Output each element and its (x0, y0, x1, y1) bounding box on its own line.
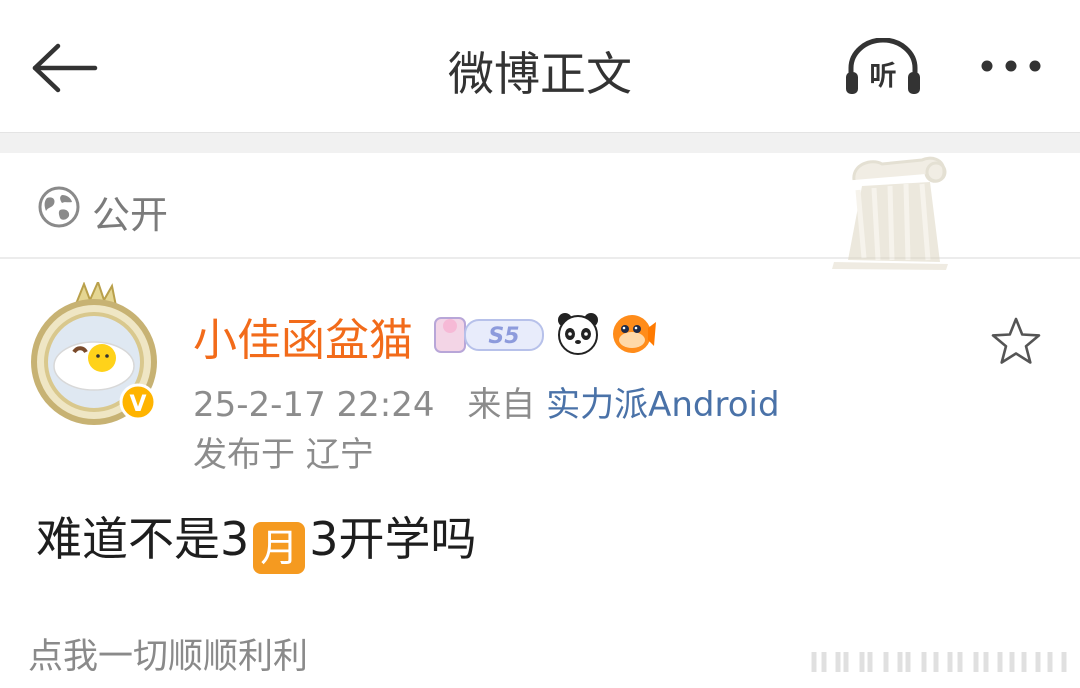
fish-icon (613, 315, 656, 353)
month-emoji: 月 (253, 522, 306, 574)
post-content: 难道不是3 月 3开学吗 (36, 503, 477, 574)
level-badge-label: S5 (488, 324, 519, 349)
avatar[interactable]: V (28, 279, 164, 428)
panda-icon (558, 313, 598, 355)
content-text-after: 3开学吗 (309, 512, 477, 566)
source-prefix: 来自 (467, 385, 536, 425)
more-dots-icon (981, 60, 1041, 72)
star-icon[interactable] (990, 316, 1042, 368)
post-meta: 25-2-17 22:24 来自 实力派Android (193, 377, 780, 426)
username[interactable]: 小佳函盆猫 (193, 304, 413, 368)
verified-icon: V (129, 392, 146, 417)
location: 发布于 辽宁 (193, 435, 374, 475)
hash-decoration (811, 652, 1067, 672)
footer-text[interactable]: 点我一切顺顺利利 (28, 628, 308, 679)
source-link[interactable]: 实力派Android (546, 385, 779, 425)
top-bar: 微博正文 听 (0, 0, 1080, 132)
level-badge[interactable]: S5 (433, 310, 545, 356)
listen-button[interactable]: 听 (843, 37, 923, 98)
more-button[interactable] (975, 44, 1055, 88)
timestamp: 25-2-17 22:24 (193, 385, 435, 425)
headphones-icon: 听 (846, 37, 920, 94)
column-decoration-icon (832, 156, 948, 270)
listen-label: 听 (870, 61, 897, 92)
visibility-label: 公开 (92, 193, 169, 237)
avatar-frame-icon: V (31, 279, 157, 425)
globe-icon (38, 186, 80, 228)
content-text-before: 难道不是3 (36, 512, 250, 566)
